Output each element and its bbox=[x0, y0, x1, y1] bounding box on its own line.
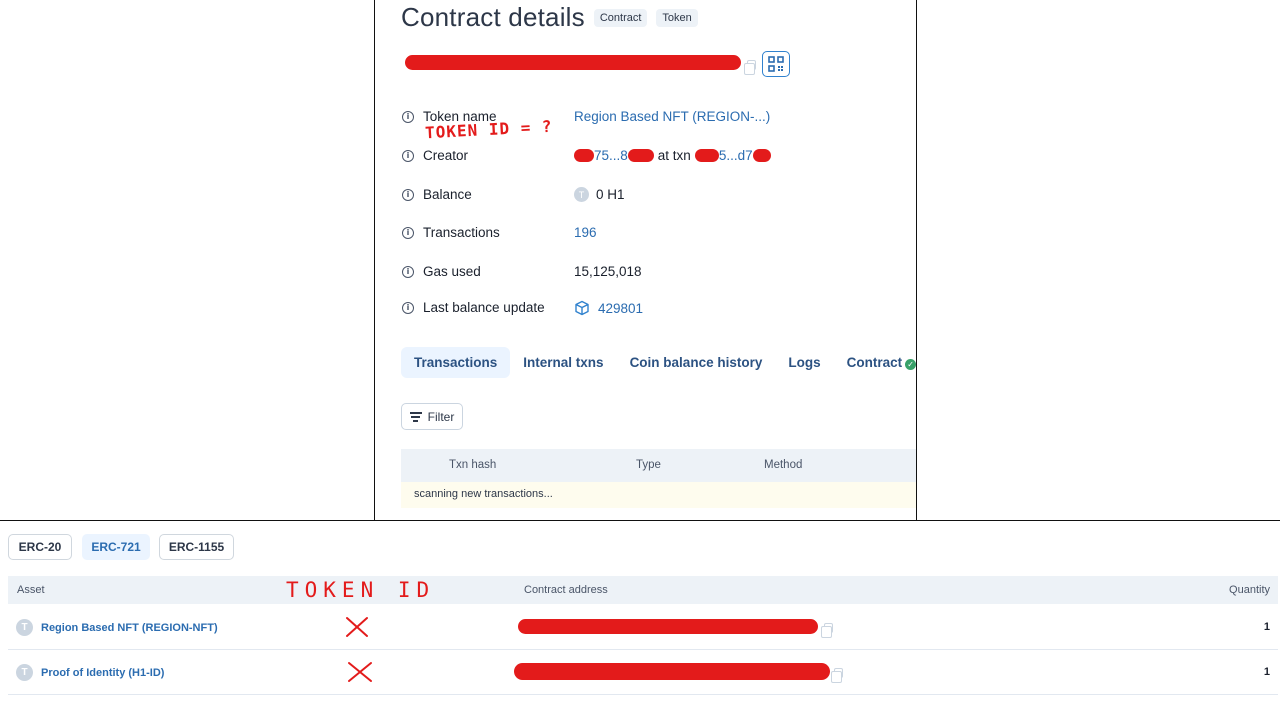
info-icon[interactable]: i bbox=[402, 226, 414, 239]
redacted-address bbox=[405, 55, 741, 70]
info-icon[interactable]: i bbox=[402, 301, 414, 314]
last-balance-label: Last balance update bbox=[423, 300, 545, 315]
copy-icon[interactable] bbox=[744, 60, 756, 75]
tokens-table-header: Asset Contract address Quantity bbox=[8, 576, 1278, 604]
balance-amount: 0 H1 bbox=[596, 187, 625, 202]
redact-mark bbox=[694, 149, 719, 162]
transactions-count[interactable]: 196 bbox=[574, 225, 597, 240]
verified-check-icon: ✓ bbox=[905, 359, 916, 370]
chip-erc20[interactable]: ERC-20 bbox=[8, 534, 72, 560]
col-quantity: Quantity bbox=[1229, 584, 1270, 596]
balance-value: T 0 H1 bbox=[574, 187, 625, 202]
transactions-row: i Transactions bbox=[402, 225, 500, 240]
gas-used-value: 15,125,018 bbox=[574, 264, 642, 279]
title-row: Contract details Contract Token bbox=[401, 2, 698, 33]
redacted-contract-address bbox=[514, 663, 830, 680]
info-icon[interactable]: i bbox=[402, 149, 414, 162]
quantity-value: 1 bbox=[1263, 621, 1270, 633]
token-tag: Token bbox=[656, 8, 698, 27]
gas-used-label: Gas used bbox=[423, 264, 481, 279]
balance-label: Balance bbox=[423, 187, 472, 202]
transactions-label: Transactions bbox=[423, 225, 500, 240]
txn-table-header: Txn hash Type Method bbox=[401, 449, 916, 482]
redact-mark bbox=[627, 149, 654, 162]
token-badge-icon: T bbox=[16, 619, 33, 636]
info-icon[interactable]: i bbox=[402, 188, 414, 201]
col-asset: Asset bbox=[17, 584, 45, 596]
gas-used-row: i Gas used bbox=[402, 264, 481, 279]
table-row: T Proof of Identity (H1-ID) 1 bbox=[8, 650, 1278, 695]
filter-button[interactable]: Filter bbox=[401, 403, 463, 430]
cross-mark-icon bbox=[346, 617, 368, 637]
copy-icon[interactable] bbox=[831, 668, 843, 683]
block-icon bbox=[575, 300, 589, 316]
asset-name[interactable]: Region Based NFT (REGION-NFT) bbox=[41, 622, 218, 634]
page-title: Contract details bbox=[401, 2, 585, 32]
creator-address[interactable]: 75...8 bbox=[594, 148, 628, 163]
creator-label: Creator bbox=[423, 148, 469, 163]
qr-code-icon bbox=[768, 56, 784, 72]
tab-transactions[interactable]: Transactions bbox=[401, 347, 511, 378]
col-contract-address: Contract address bbox=[524, 584, 608, 596]
token-name-value[interactable]: Region Based NFT (REGION-...) bbox=[574, 109, 770, 124]
token-badge-icon: T bbox=[574, 187, 589, 202]
block-number[interactable]: 429801 bbox=[598, 301, 643, 316]
col-method: Method bbox=[764, 459, 803, 471]
filter-label: Filter bbox=[427, 409, 455, 424]
last-balance-row: i Last balance update bbox=[402, 300, 545, 315]
creator-value: 75...8 at txn 5...d7 bbox=[574, 148, 771, 163]
table-row: T Region Based NFT (REGION-NFT) 1 bbox=[8, 605, 1278, 650]
redact-mark bbox=[574, 149, 594, 162]
creator-row: i Creator bbox=[402, 148, 468, 163]
info-icon[interactable]: i bbox=[402, 265, 414, 278]
section-divider bbox=[0, 520, 1280, 521]
scanning-status: scanning new transactions... bbox=[401, 482, 916, 508]
col-type: Type bbox=[636, 459, 661, 471]
tab-internal-txns[interactable]: Internal txns bbox=[510, 347, 616, 378]
last-balance-value: 429801 bbox=[574, 300, 643, 316]
info-icon[interactable]: i bbox=[402, 110, 414, 123]
col-txn-hash: Txn hash bbox=[449, 459, 497, 471]
tab-logs[interactable]: Logs bbox=[775, 347, 833, 378]
at-txn-label: at txn bbox=[657, 148, 691, 163]
redacted-contract-address bbox=[518, 619, 818, 634]
balance-row: i Balance bbox=[402, 187, 472, 202]
redact-mark bbox=[752, 149, 771, 162]
asset-name[interactable]: Proof of Identity (H1-ID) bbox=[41, 667, 164, 679]
creator-txn[interactable]: 5...d7 bbox=[719, 148, 753, 163]
chip-erc1155[interactable]: ERC-1155 bbox=[159, 534, 234, 560]
token-badge-icon: T bbox=[16, 664, 33, 681]
filter-icon bbox=[409, 412, 422, 422]
contract-tag: Contract bbox=[593, 8, 648, 27]
tab-contract-label: Contract bbox=[846, 355, 903, 370]
tab-contract[interactable]: Contract ✓ bbox=[834, 347, 916, 378]
token-id-column-annotation: TOKEN ID bbox=[286, 578, 436, 602]
asset-link[interactable]: T Proof of Identity (H1-ID) bbox=[16, 664, 164, 681]
tab-coin-balance-history[interactable]: Coin balance history bbox=[617, 347, 776, 378]
cross-mark-icon bbox=[348, 662, 372, 682]
chip-erc721[interactable]: ERC-721 bbox=[82, 534, 150, 560]
qr-code-button[interactable] bbox=[762, 51, 790, 77]
contract-tabs: Transactions Internal txns Coin balance … bbox=[401, 347, 916, 378]
asset-link[interactable]: T Region Based NFT (REGION-NFT) bbox=[16, 619, 218, 636]
contract-details-panel: Contract details Contract Token i Token … bbox=[374, 0, 917, 521]
copy-icon[interactable] bbox=[821, 623, 833, 638]
quantity-value: 1 bbox=[1263, 666, 1270, 678]
